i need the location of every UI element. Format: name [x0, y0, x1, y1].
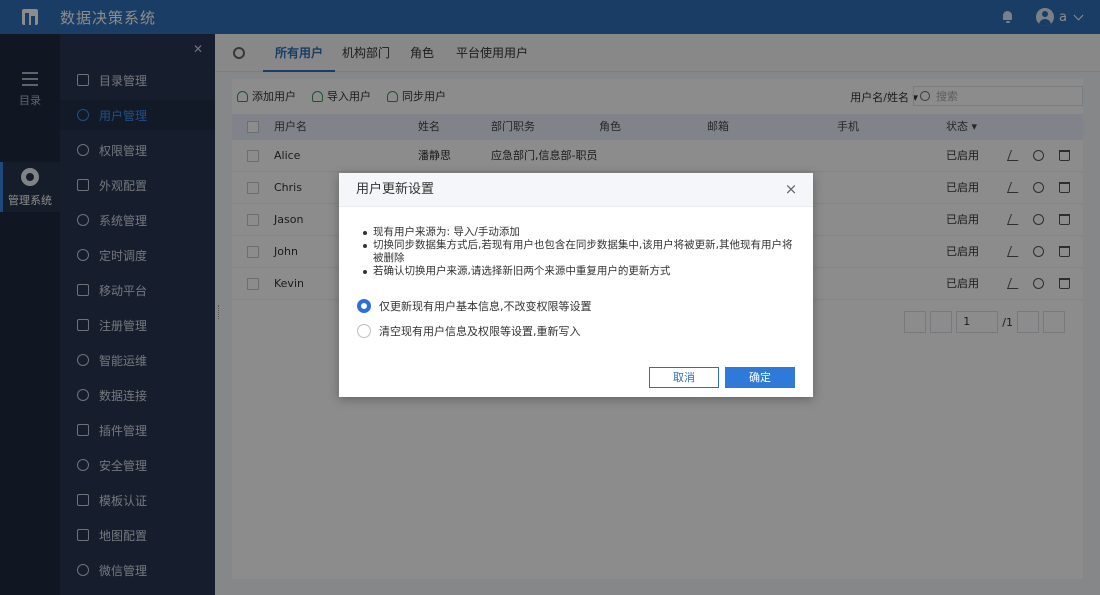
option-label: 清空现有用户信息及权限等设置,重新写入 [379, 325, 581, 338]
dialog-header: 用户更新设置 × [339, 173, 813, 207]
confirm-button[interactable]: 确定 [725, 367, 795, 388]
note-item: 现有用户来源为: 导入/手动添加 [361, 226, 801, 239]
dialog-title: 用户更新设置 [356, 182, 435, 197]
note-item: 若确认切换用户来源,请选择新旧两个来源中重复用户的更新方式 [361, 265, 801, 278]
close-icon[interactable]: × [783, 181, 799, 197]
option-update-basic[interactable]: 仅更新现有用户基本信息,不改变权限等设置 [357, 298, 592, 314]
option-clear-rewrite[interactable]: 清空现有用户信息及权限等设置,重新写入 [357, 323, 581, 339]
note-item: 切换同步数据集方式后,若现有用户也包含在同步数据集中,该用户将被更新,其他现有用… [361, 239, 801, 265]
radio-unselected[interactable] [357, 324, 371, 338]
dialog-notes: 现有用户来源为: 导入/手动添加 切换同步数据集方式后,若现有用户也包含在同步数… [361, 226, 801, 278]
user-update-dialog: 用户更新设置 × 现有用户来源为: 导入/手动添加 切换同步数据集方式后,若现有… [339, 173, 813, 397]
radio-selected[interactable] [357, 299, 371, 313]
option-label: 仅更新现有用户基本信息,不改变权限等设置 [379, 300, 592, 313]
cancel-button[interactable]: 取消 [649, 367, 719, 388]
